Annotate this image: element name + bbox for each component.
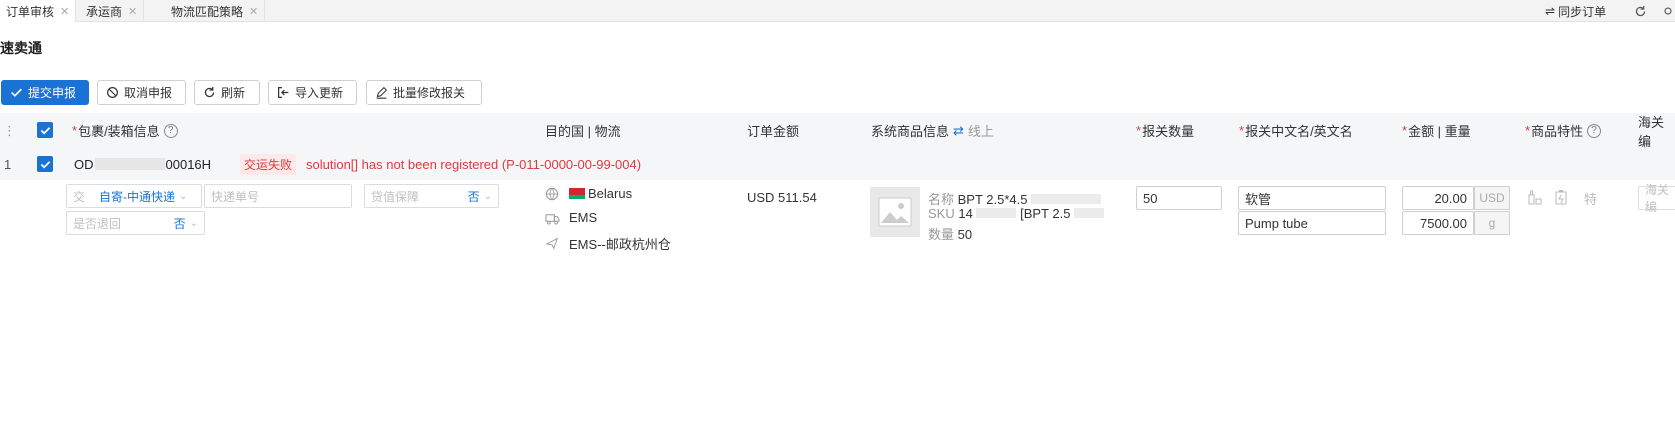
refresh-label: 刷新	[221, 86, 246, 100]
tab-carrier[interactable]: 承运商 ✕	[80, 0, 145, 22]
row-index: 1	[4, 156, 12, 172]
declare-qty-input[interactable]: 50	[1136, 186, 1222, 210]
chevron-down-icon: ⌄	[483, 190, 492, 202]
globe-icon	[545, 187, 559, 204]
tracking-number-input[interactable]: 快递单号	[204, 184, 352, 208]
table-row-header: 1 OD 00016H 交运失败 solution[] has not been…	[0, 148, 1675, 180]
product-qty: 数量 50	[928, 227, 973, 242]
declare-name-cn-input[interactable]: 软管	[1238, 186, 1386, 210]
column-customs-code: 海关编	[1638, 114, 1665, 149]
help-icon[interactable]: ?	[163, 123, 178, 138]
refresh-icon	[204, 86, 215, 98]
column-product-attr: * 商品特性 ?	[1525, 113, 1602, 148]
batch-edit-customs-button[interactable]: 批量修改报关	[366, 80, 482, 105]
product-sku: SKU 14 [BPT 2.5	[928, 206, 1105, 221]
edit-icon	[376, 86, 388, 99]
column-order-amount: 订单金额	[747, 124, 800, 139]
tab-label: 物流匹配策略	[171, 4, 244, 19]
column-destination: 目的国 | 物流	[545, 124, 621, 139]
sync-orders-button[interactable]: ⇌ 同步订单	[1545, 0, 1606, 22]
help-icon[interactable]: ?	[1587, 123, 1602, 138]
destination-country: Belarus	[588, 186, 633, 201]
order-number[interactable]: OD 00016H	[74, 148, 211, 180]
ban-icon	[107, 87, 118, 98]
sync-icon: ⇌	[1545, 4, 1556, 18]
redacted-block	[1074, 208, 1105, 218]
cancel-declaration-button[interactable]: 取消申报	[97, 80, 186, 105]
chevron-down-icon: ⌄	[189, 217, 198, 229]
product-image-placeholder[interactable]	[870, 187, 920, 237]
redacted-block	[976, 208, 1017, 218]
close-icon[interactable]: ✕	[249, 5, 258, 18]
warehouse-name: EMS--邮政杭州仓	[569, 237, 671, 252]
battery-icon[interactable]	[1554, 189, 1568, 208]
row-checkbox[interactable]	[37, 156, 53, 172]
switch-icon[interactable]: ⇄	[953, 123, 964, 139]
order-amount: USD 511.54	[747, 190, 817, 205]
error-message: solution[] has not been registered (P-01…	[306, 156, 642, 172]
import-label: 导入更新	[295, 86, 344, 100]
customs-code-input[interactable]: 海关编	[1638, 183, 1675, 214]
status-badge: 交运失败	[240, 148, 297, 180]
liquid-icon[interactable]	[1527, 189, 1543, 208]
chevron-down-icon: ⌄	[179, 190, 188, 202]
import-update-button[interactable]: 导入更新	[268, 80, 357, 105]
tab-logistics-strategy[interactable]: 物流匹配策略 ✕	[165, 0, 266, 22]
redacted-block	[94, 158, 165, 170]
online-label: 线上	[967, 124, 994, 139]
weight-unit: g	[1474, 211, 1510, 235]
cancel-label: 取消申报	[124, 86, 173, 100]
table-header: ⋮ * 包裹/装箱信息 ? 目的国 | 物流 订单金额 系统商品信息 ⇄ 线上 *…	[0, 113, 1675, 149]
settings-icon[interactable]	[1662, 0, 1674, 22]
plane-icon	[545, 236, 559, 253]
currency-unit: USD	[1474, 186, 1510, 210]
close-icon[interactable]: ✕	[60, 5, 69, 18]
refresh-button[interactable]: 刷新	[194, 80, 260, 105]
special-attr-icon[interactable]: 特	[1584, 189, 1597, 208]
declare-name-en-input[interactable]: Pump tube	[1238, 211, 1386, 235]
check-icon	[11, 88, 22, 97]
declare-price-input[interactable]: 20.00	[1402, 186, 1474, 210]
belarus-flag-icon	[569, 188, 585, 199]
submit-label: 提交申报	[28, 86, 77, 100]
logistics-method: EMS	[569, 210, 598, 225]
return-select[interactable]: 是否退回 否 ⌄	[66, 211, 205, 235]
page-title: 速卖通	[0, 40, 42, 56]
tab-order-review[interactable]: 订单审核 ✕	[0, 0, 77, 22]
import-icon	[278, 87, 289, 98]
ship-mode-select[interactable]: 交 自寄-中通快递 ⌄	[66, 184, 202, 208]
tab-label: 订单审核	[6, 4, 55, 19]
column-declare-qty: * 报关数量	[1136, 123, 1195, 139]
column-product-info: 系统商品信息 ⇄ 线上	[871, 122, 994, 140]
submit-declaration-button[interactable]: 提交申报	[1, 80, 89, 105]
tab-label: 承运商	[86, 4, 123, 19]
truck-icon	[545, 212, 560, 228]
declare-weight-input[interactable]: 7500.00	[1402, 211, 1474, 235]
tab-bar: 订单审核 ✕ 承运商 ✕ 物流匹配策略 ✕ ⇌ 同步订单	[0, 0, 1675, 22]
close-icon[interactable]: ✕	[128, 5, 137, 18]
sync-label: 同步订单	[1558, 4, 1607, 19]
redacted-block	[1031, 194, 1102, 204]
select-all-checkbox[interactable]	[37, 122, 53, 138]
batch-edit-label: 批量修改报关	[393, 86, 466, 100]
column-package-info: * 包裹/装箱信息 ?	[72, 113, 178, 148]
insurance-select[interactable]: 贷值保障 否 ⌄	[364, 184, 499, 208]
refresh-icon[interactable]	[1634, 0, 1647, 22]
column-drag-icon[interactable]: ⋮	[3, 113, 16, 148]
column-amount-weight: * 金额 | 重量	[1402, 123, 1471, 139]
column-declare-name: * 报关中文名/英文名	[1239, 123, 1353, 139]
